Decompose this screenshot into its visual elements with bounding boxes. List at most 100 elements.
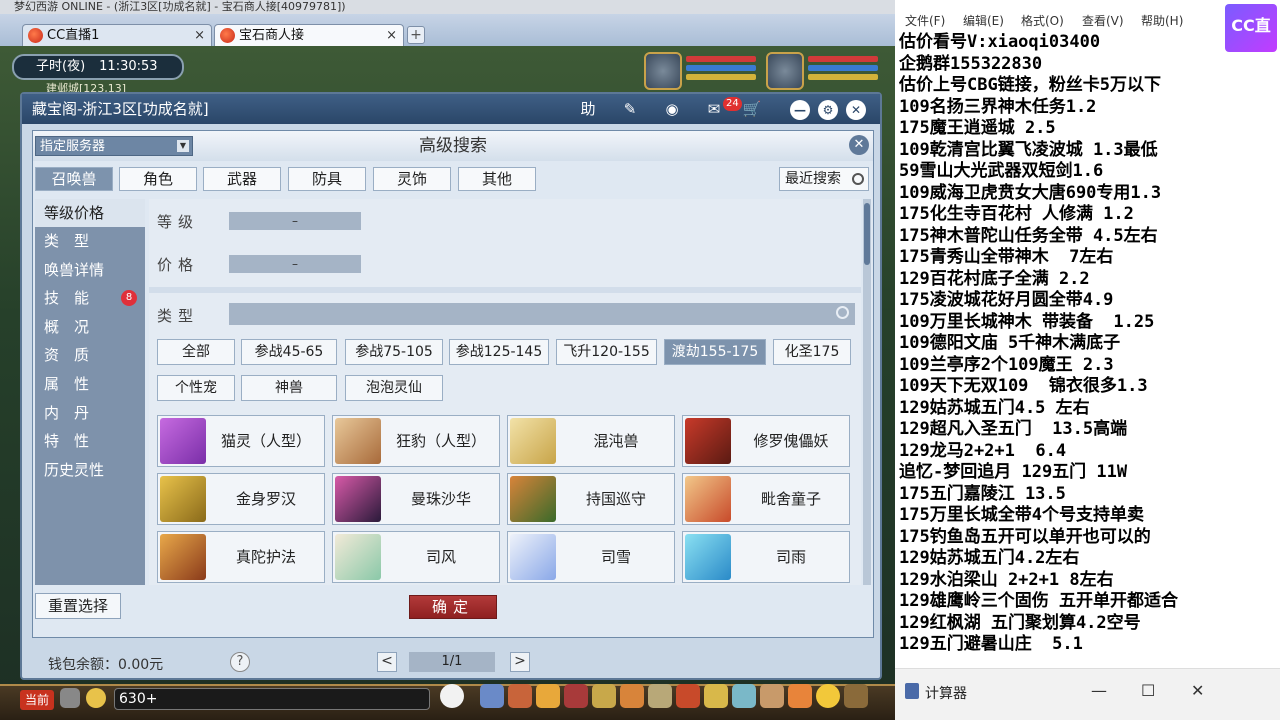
menu-edit[interactable]: 编辑(E) [963, 12, 1004, 29]
player-portrait-icon[interactable] [766, 52, 804, 90]
menu-format[interactable]: 格式(O) [1021, 12, 1064, 29]
sidebar-item-overview[interactable]: 概 况 [35, 313, 145, 341]
pet-card[interactable]: 持国巡守 [507, 473, 675, 525]
minimize-button[interactable]: — [1091, 681, 1107, 700]
tab-weapon[interactable]: 武器 [203, 167, 281, 191]
tab-summon-beast[interactable]: 召唤兽 [35, 167, 113, 191]
type-chip-45-65[interactable]: 参战45-65 [241, 339, 337, 365]
screen: 梦幻西游 ONLINE - (浙江3区[功成名就] - 宝石商人接[409797… [0, 0, 1280, 720]
pet-card[interactable]: 司雨 [682, 531, 850, 583]
menu-file[interactable]: 文件(F) [905, 12, 945, 29]
smiley-icon[interactable] [816, 684, 840, 708]
panel-scrollbar[interactable] [863, 199, 871, 585]
menu-help[interactable]: 帮助(H) [1141, 12, 1183, 29]
close-icon[interactable]: ✕ [846, 100, 866, 120]
pet-portrait-icon[interactable] [644, 52, 682, 90]
pet-avatar [160, 476, 206, 522]
chat-channel-button[interactable]: 当前 [20, 690, 54, 710]
sidebar-item-beast-details[interactable]: 唤兽详情 [35, 256, 145, 284]
pet-card[interactable]: 曼珠沙华 [332, 473, 500, 525]
search-icon[interactable] [836, 306, 849, 319]
scrollbar-thumb[interactable] [864, 203, 870, 265]
price-range-input[interactable]: – [229, 255, 361, 273]
tab-armor[interactable]: 防具 [288, 167, 366, 191]
menu-view[interactable]: 查看(V) [1082, 12, 1124, 29]
pet-card[interactable]: 混沌兽 [507, 415, 675, 467]
type-search-input[interactable] [229, 303, 855, 325]
sidebar-item-attributes[interactable]: 属 性 [35, 370, 145, 398]
shop-icon[interactable] [760, 684, 784, 708]
quest-icon[interactable] [620, 684, 644, 708]
notepad-text-area[interactable]: 估价看号V:xiaoqi03400 企鹅群155322830 估价上号CBG链接，粉… [899, 32, 1280, 656]
help-icon[interactable]: ? [230, 652, 250, 672]
pet-card[interactable]: 毗舍童子 [682, 473, 850, 525]
notepad-line: 175神木普陀山任务全带 4.5左右 [899, 225, 1158, 246]
next-page-button[interactable]: > [510, 652, 530, 672]
pet-card[interactable]: 真陀护法 [157, 531, 325, 583]
sidebar-item-skills[interactable]: 技 能 8 [35, 284, 145, 312]
sidebar-item-inner-core[interactable]: 内 丹 [35, 399, 145, 427]
emoji-icon[interactable] [86, 688, 106, 708]
pet-card[interactable]: 金身罗汉 [157, 473, 325, 525]
chat-input[interactable]: 630+ [114, 688, 430, 710]
type-chip-bubble-spirit[interactable]: 泡泡灵仙 [345, 375, 443, 401]
tab-accessory[interactable]: 灵饰 [373, 167, 451, 191]
pet-card[interactable]: 猫灵（人型） [157, 415, 325, 467]
friends-icon[interactable] [676, 684, 700, 708]
tab-gem-merchant[interactable]: 宝石商人接 × [214, 24, 404, 46]
reset-selection-button[interactable]: 重置选择 [35, 593, 121, 619]
sidebar-item-aptitude[interactable]: 资 质 [35, 341, 145, 369]
type-chip-divine-beast[interactable]: 神兽 [241, 375, 337, 401]
assistant-button[interactable]: 助 [576, 98, 600, 120]
close-button[interactable]: ✕ [1191, 681, 1204, 700]
mail-icon[interactable] [732, 684, 756, 708]
cart-icon[interactable]: 🛒 [740, 98, 764, 120]
level-price-section: 等级 – 价格 – [149, 199, 861, 287]
close-icon[interactable]: × [386, 25, 397, 46]
team-icon[interactable] [536, 684, 560, 708]
tab-character[interactable]: 角色 [119, 167, 197, 191]
pet-card[interactable]: 司风 [332, 531, 500, 583]
gift-icon[interactable] [564, 684, 588, 708]
pet-mascot-icon[interactable] [440, 684, 464, 708]
maximize-button[interactable]: ☐ [1141, 681, 1155, 700]
pet-card[interactable]: 司雪 [507, 531, 675, 583]
type-chip-120-155[interactable]: 飞升120-155 [556, 339, 657, 365]
tab-other[interactable]: 其他 [458, 167, 536, 191]
event-icon[interactable] [788, 684, 812, 708]
pin-icon[interactable]: ✎ [618, 98, 642, 120]
notepad-line: 129水泊梁山 2+2+1 8左右 [899, 569, 1114, 590]
map-icon[interactable] [648, 684, 672, 708]
sidebar-item-type[interactable]: 类 型 [35, 227, 145, 255]
close-icon[interactable]: × [194, 25, 205, 46]
type-chip-75-105[interactable]: 参战75-105 [345, 339, 443, 365]
skills-icon[interactable] [592, 684, 616, 708]
sidebar-item-level-price[interactable]: 等级价格 [35, 199, 145, 227]
type-chip-155-175[interactable]: 渡劫155-175 [664, 339, 766, 365]
settings-icon[interactable]: ⚙ [818, 100, 838, 120]
sidebar-item-traits[interactable]: 特 性 [35, 427, 145, 455]
system-icon[interactable] [844, 684, 868, 708]
pet-card[interactable]: 狂豹（人型） [332, 415, 500, 467]
new-tab-button[interactable]: + [407, 26, 425, 44]
recent-search-button[interactable]: 最近搜索 [779, 167, 869, 191]
server-select[interactable]: 指定服务器 ▼ [35, 136, 193, 156]
notepad-menu-bar: 文件(F) 编辑(E) 格式(O) 查看(V) 帮助(H) [895, 10, 1280, 30]
guild-icon[interactable] [704, 684, 728, 708]
confirm-button[interactable]: 确定 [409, 595, 497, 619]
type-chip-125-145[interactable]: 参战125-145 [449, 339, 549, 365]
type-chip-all[interactable]: 全部 [157, 339, 235, 365]
close-icon[interactable]: ✕ [849, 135, 869, 155]
level-range-input[interactable]: – [229, 212, 361, 230]
sword-icon[interactable] [480, 684, 504, 708]
minimize-icon[interactable]: — [790, 100, 810, 120]
prev-page-button[interactable]: < [377, 652, 397, 672]
bag-icon[interactable] [508, 684, 532, 708]
sidebar-item-history-spirit[interactable]: 历史灵性 [35, 456, 145, 484]
type-chip-personality[interactable]: 个性宠 [157, 375, 235, 401]
type-chip-175[interactable]: 化圣175 [773, 339, 851, 365]
record-icon[interactable]: ◉ [660, 98, 684, 120]
microphone-icon[interactable] [60, 688, 80, 708]
tab-cc-live[interactable]: CC直播1 × [22, 24, 212, 46]
pet-card[interactable]: 修罗傀儡妖 [682, 415, 850, 467]
